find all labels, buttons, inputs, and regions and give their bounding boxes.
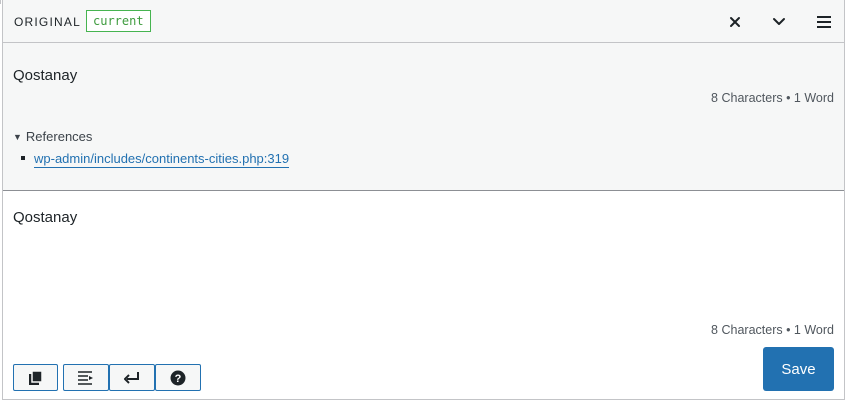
references-label: References <box>25 129 93 144</box>
help-button[interactable]: ? <box>155 364 201 391</box>
references-toggle[interactable]: ▼ References <box>13 129 92 144</box>
save-button[interactable]: Save <box>763 347 834 391</box>
insert-newline-button[interactable] <box>109 364 155 391</box>
svg-text:?: ? <box>175 373 182 385</box>
original-text: Qostanay <box>13 67 78 84</box>
original-panel: Qostanay 8 Characters • 1 Word ▼ Referenc… <box>3 43 844 191</box>
close-icon <box>730 17 740 27</box>
copy-original-button[interactable] <box>13 364 58 391</box>
original-label: ORIGINAL <box>14 15 81 29</box>
reference-item: wp-admin/includes/continents-cities.php:… <box>21 151 290 168</box>
help-icon: ? <box>170 370 186 385</box>
bullet-icon <box>21 156 25 160</box>
copy-original-icon <box>28 369 43 385</box>
translation-char-count: 8 Characters • 1 Word <box>711 323 834 337</box>
menu-button[interactable] <box>812 10 836 34</box>
insert-tab-button[interactable] <box>63 364 109 391</box>
original-char-count: 8 Characters • 1 Word <box>711 91 834 105</box>
editor-header: ORIGINAL current <box>3 0 844 43</box>
translation-textarea[interactable]: Qostanay <box>13 209 77 226</box>
insert-tab-icon <box>78 370 93 385</box>
chevron-down-icon <box>773 18 785 25</box>
insert-newline-icon <box>124 371 139 384</box>
status-badge: current <box>86 10 151 32</box>
collapse-button[interactable] <box>767 10 791 34</box>
close-button[interactable] <box>723 10 747 34</box>
reference-link[interactable]: wp-admin/includes/continents-cities.php:… <box>34 151 290 168</box>
menu-icon <box>817 16 831 28</box>
translation-editor: ORIGINAL current Qostanay 8 Characters •… <box>2 0 845 400</box>
triangle-down-icon: ▼ <box>13 132 22 142</box>
